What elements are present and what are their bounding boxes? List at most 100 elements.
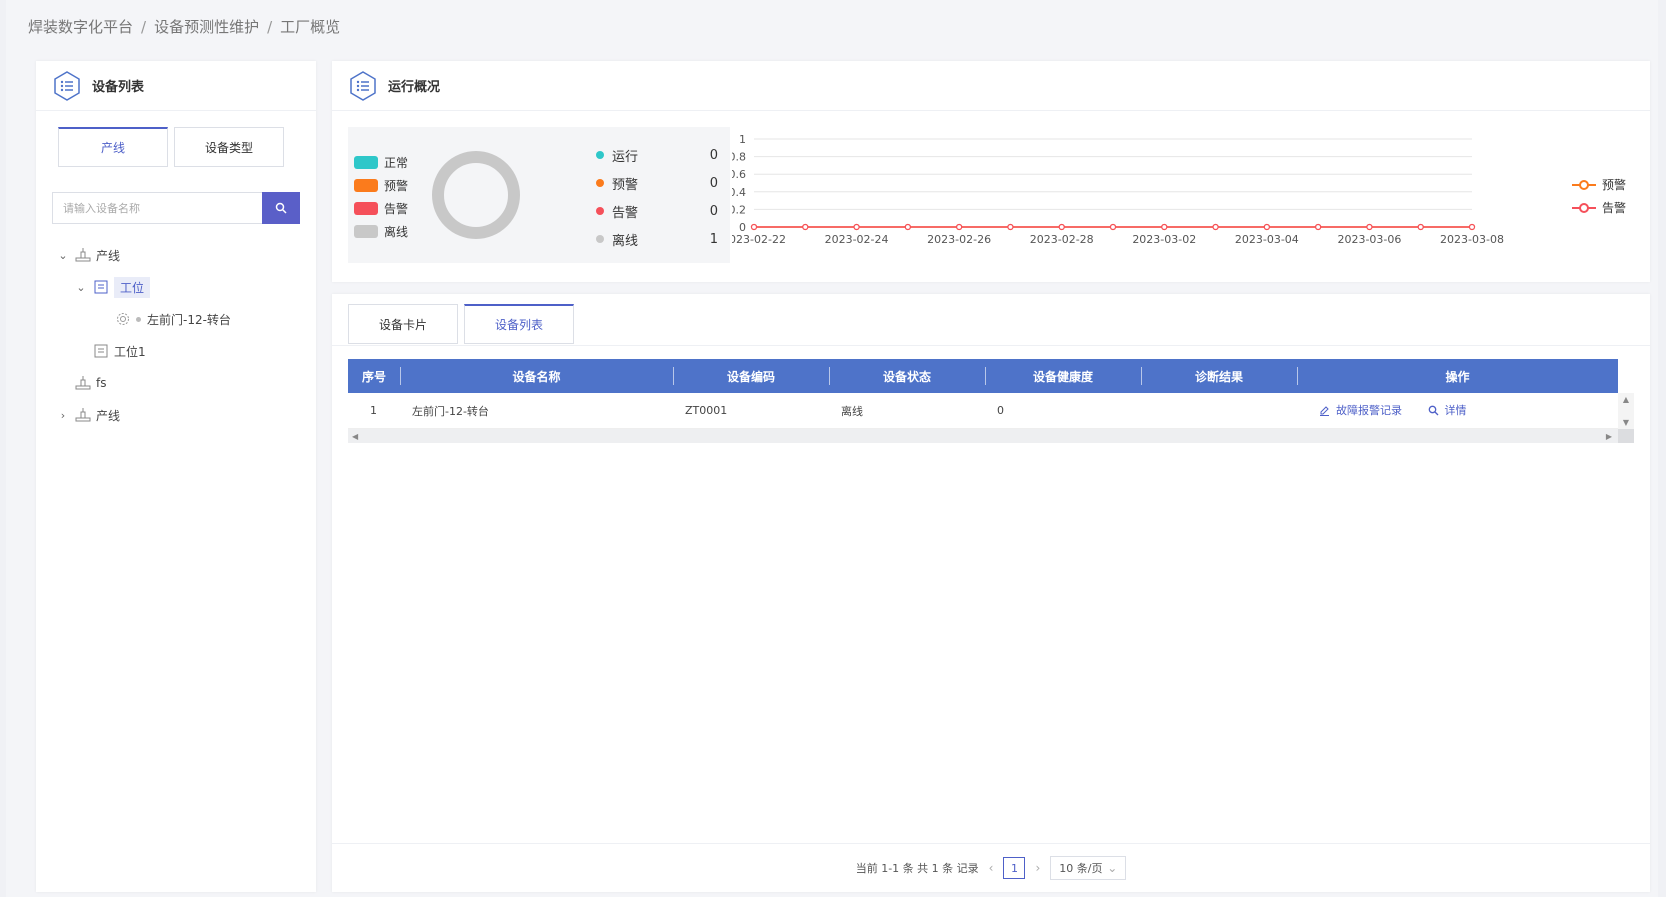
station-icon xyxy=(92,278,110,296)
table-row[interactable]: 1 左前门-12-转台 ZT0001 离线 0 故障报警记录 详情 xyxy=(348,393,1618,429)
cell-actions: 故障报警记录 详情 xyxy=(1297,402,1618,419)
data-point xyxy=(1212,223,1219,231)
count-value: 1 xyxy=(709,231,718,247)
x-tick-label: 2023-02-26 xyxy=(927,233,991,246)
x-tick-label: 2023-02-28 xyxy=(1030,233,1094,246)
scroll-right-icon[interactable]: ▶ xyxy=(1606,432,1612,441)
tree-node-label: 工位1 xyxy=(114,344,146,359)
x-tick-label: 2023-02-22 xyxy=(732,233,786,246)
tree-node-label: fs xyxy=(96,376,107,390)
cell-index: 1 xyxy=(370,404,377,417)
table-header: 序号 设备名称 设备编码 设备状态 设备健康度 诊断结果 操作 xyxy=(348,359,1618,393)
tree-node-device[interactable]: 左前门-12-转台 xyxy=(56,303,306,335)
tree-node-station[interactable]: ⌄ 工位 xyxy=(56,271,306,303)
detail-link[interactable]: 详情 xyxy=(1428,402,1467,418)
view-tabs: 设备卡片 设备列表 xyxy=(348,304,574,344)
production-line-icon xyxy=(74,406,92,424)
fault-alarm-record-link[interactable]: 故障报警记录 xyxy=(1319,402,1402,418)
legend-normal[interactable]: 正常 xyxy=(354,151,408,174)
status-summary: 正常 预警 告警 离线 运行 0 预警 0 告警 0 离线 1 xyxy=(348,127,730,263)
horizontal-scrollbar[interactable]: ◀ ▶ xyxy=(348,429,1634,443)
count-value: 0 xyxy=(709,147,718,163)
breadcrumb-item-factory-overview: 工厂概览 xyxy=(280,18,341,36)
prev-page-icon[interactable]: ‹ xyxy=(989,861,994,875)
legend-swatch xyxy=(354,202,378,215)
scroll-up-icon[interactable]: ▲ xyxy=(1623,395,1629,404)
tree-node-station-1[interactable]: 工位1 xyxy=(56,335,306,367)
scroll-down-icon[interactable]: ▼ xyxy=(1623,418,1629,427)
legend-label: 离线 xyxy=(384,225,409,239)
list-hexagon-icon xyxy=(54,70,80,101)
pagination-summary: 当前 1-1 条 共 1 条 记录 xyxy=(855,862,979,875)
column-header-actions[interactable]: 操作 xyxy=(1297,359,1618,393)
column-header-health[interactable]: 设备健康度 xyxy=(985,359,1141,393)
y-tick-label: 0.6 xyxy=(732,168,746,181)
cell-status: 离线 xyxy=(841,404,863,418)
chevron-right-icon[interactable]: › xyxy=(56,409,70,422)
tree-node-line[interactable]: ⌄ 产线 xyxy=(56,239,306,271)
column-header-index[interactable]: 序号 xyxy=(348,359,400,393)
data-point xyxy=(1417,223,1424,231)
data-point xyxy=(1468,223,1476,231)
station-icon xyxy=(92,342,110,360)
column-header-status[interactable]: 设备状态 xyxy=(829,359,985,393)
tree-node-label: 产线 xyxy=(96,248,121,263)
legend-warning[interactable]: 预警 xyxy=(354,174,408,197)
column-header-name[interactable]: 设备名称 xyxy=(400,359,673,393)
legend-offline[interactable]: 离线 xyxy=(354,220,408,243)
chevron-down-icon[interactable]: ⌄ xyxy=(56,249,70,262)
device-tree: ⌄ 产线 ⌄ 工位 左前门-12-转台 工位1 fs › 产线 xyxy=(56,239,306,431)
search-button[interactable] xyxy=(262,192,300,224)
breadcrumb-item-maintenance[interactable]: 设备预测性维护 xyxy=(154,16,259,37)
legend-label: 正常 xyxy=(384,156,409,170)
list-hexagon-icon xyxy=(350,70,376,101)
x-tick-label: 2023-03-08 xyxy=(1440,233,1504,246)
chevron-down-icon: ⌄ xyxy=(1107,861,1118,875)
status-legend: 正常 预警 告警 离线 xyxy=(354,151,408,243)
data-point xyxy=(1109,223,1117,231)
production-line-icon xyxy=(74,246,92,264)
legend-label: 告警 xyxy=(384,202,409,216)
vertical-scrollbar[interactable]: ▲ ▼ xyxy=(1618,393,1634,429)
tree-node-line-2[interactable]: › 产线 xyxy=(56,399,306,431)
gear-icon xyxy=(114,310,132,328)
count-value: 0 xyxy=(709,175,718,191)
column-header-code[interactable]: 设备编码 xyxy=(673,359,829,393)
donut-ring-offline xyxy=(432,151,520,239)
device-list-header: 设备列表 xyxy=(36,61,316,111)
data-point xyxy=(1366,223,1373,231)
tree-node-fs[interactable]: fs xyxy=(56,367,306,399)
segment-device-type[interactable]: 设备类型 xyxy=(174,127,284,167)
data-point xyxy=(1263,223,1270,231)
pagination: 当前 1-1 条 共 1 条 记录 ‹ 1 › 10 条/页 ⌄ xyxy=(332,843,1650,892)
x-tick-label: 2023-03-06 xyxy=(1337,233,1401,246)
status-counts: 运行 0 预警 0 告警 0 离线 1 xyxy=(596,141,718,253)
trend-legend-warning[interactable]: 预警 xyxy=(1572,173,1626,196)
segment-line[interactable]: 产线 xyxy=(58,127,168,167)
breadcrumb-item-platform[interactable]: 焊装数字化平台 xyxy=(28,16,133,37)
operation-overview-panel: 运行概况 正常 预警 告警 离线 运行 0 预警 0 告警 0 离线 1 0 0.2 0.4… xyxy=(332,61,1650,282)
scroll-left-icon[interactable]: ◀ xyxy=(352,432,358,441)
x-tick-label: 2023-03-02 xyxy=(1132,233,1196,246)
column-header-diagnosis[interactable]: 诊断结果 xyxy=(1141,359,1297,393)
legend-label: 预警 xyxy=(1602,178,1627,192)
tab-device-list[interactable]: 设备列表 xyxy=(464,304,574,344)
legend-swatch xyxy=(354,225,378,238)
legend-alarm[interactable]: 告警 xyxy=(354,197,408,220)
device-search-input[interactable] xyxy=(52,192,262,224)
chevron-down-icon[interactable]: ⌄ xyxy=(74,281,88,294)
cell-name: 左前门-12-转台 xyxy=(412,404,489,418)
tab-device-cards[interactable]: 设备卡片 xyxy=(348,304,458,344)
production-line-icon xyxy=(74,374,92,392)
breadcrumb: 焊装数字化平台 / 设备预测性维护 / 工厂概览 xyxy=(28,16,340,37)
count-offline: 离线 1 xyxy=(596,225,718,253)
count-label: 预警 xyxy=(612,177,639,193)
edit-icon xyxy=(1320,406,1329,416)
next-page-icon[interactable]: › xyxy=(1035,861,1040,875)
page-size-select[interactable]: 10 条/页 ⌄ xyxy=(1050,856,1127,880)
legend-swatch xyxy=(354,156,378,169)
page-number[interactable]: 1 xyxy=(1003,857,1026,879)
trend-legend-alarm[interactable]: 告警 xyxy=(1572,196,1626,219)
cell-code: ZT0001 xyxy=(685,404,728,417)
tab-divider xyxy=(332,345,1650,346)
